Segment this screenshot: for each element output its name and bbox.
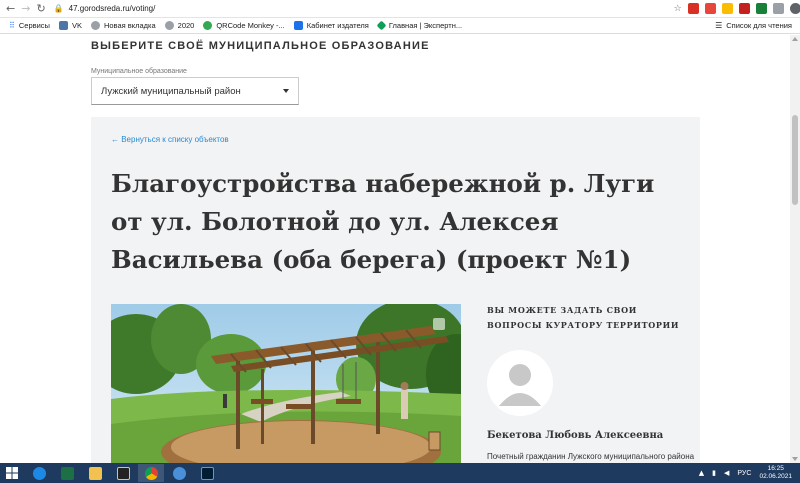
extension-icon[interactable] — [721, 3, 733, 14]
bookmark-publisher[interactable]: Кабинет издателя — [293, 21, 369, 30]
municipality-select[interactable]: Лужский муниципальный район — [91, 77, 299, 105]
system-tray: ▲ ▮ ◀ РУС 16:25 02.06.2021 — [699, 465, 800, 481]
windows-start-icon[interactable] — [0, 463, 24, 483]
extension-icon[interactable] — [704, 3, 716, 14]
chrome-icon[interactable] — [138, 464, 164, 482]
bookmark-label: 2020 — [177, 21, 195, 30]
pergola-render-illustration — [111, 304, 461, 463]
file-explorer-icon[interactable] — [82, 464, 108, 482]
clock-time: 16:25 — [767, 465, 784, 472]
curator-panel-title: ВЫ МОЖЕТЕ ЗАДАТЬ СВОИ ВОПРОСЫ КУРАТОРУ Т… — [487, 305, 680, 330]
page-content: ВЫБЕРИТЕ СВОЁ МУНИЦИПАЛЬНОЕ ОБРАЗОВАНИЕ … — [0, 35, 790, 463]
select-label: Муниципальное образование — [91, 68, 187, 75]
page-scrollbar[interactable] — [790, 35, 800, 463]
user-placeholder-icon — [487, 350, 553, 416]
reading-list-label: Список для чтения — [726, 21, 792, 30]
clock-date: 02.06.2021 — [759, 473, 792, 480]
globe-icon — [90, 21, 100, 30]
bookmark-label: Новая вкладка — [103, 21, 156, 30]
bookmark-label: QRCode Monkey -... — [216, 21, 285, 30]
select-value: Лужский муниципальный район — [101, 85, 241, 97]
tray-arrow-icon[interactable]: ▲ — [699, 469, 704, 477]
lock-icon: 🔒 — [53, 4, 64, 13]
url-text: 47.gorodsreda.ru/voting/ — [68, 4, 156, 13]
reload-icon[interactable]: ↻ — [36, 2, 45, 16]
expert-icon — [376, 20, 387, 31]
back-arrow-icon[interactable]: ← — [6, 2, 15, 16]
extensions-puzzle-icon[interactable] — [772, 3, 784, 14]
vk-icon — [58, 21, 68, 30]
avatar — [487, 350, 553, 416]
profile-avatar-icon[interactable] — [789, 3, 800, 14]
bookmark-new-tab[interactable]: Новая вкладка — [90, 21, 156, 30]
taskbar-app-icon[interactable] — [110, 464, 136, 482]
scroll-up-icon[interactable] — [792, 37, 798, 41]
scroll-down-icon[interactable] — [792, 457, 798, 461]
volume-icon[interactable]: ◀ — [724, 469, 729, 477]
globe-icon — [164, 21, 174, 30]
windows-taskbar: ▲ ▮ ◀ РУС 16:25 02.06.2021 — [0, 463, 800, 483]
section-title: ВЫБЕРИТЕ СВОЁ МУНИЦИПАЛЬНОЕ ОБРАЗОВАНИЕ — [91, 40, 430, 52]
project-render-image — [111, 304, 461, 463]
network-icon[interactable]: ▮ — [712, 469, 716, 477]
bookmarks-bar: ⠿ Сервисы VK Новая вкладка 2020 QRCode M… — [0, 18, 800, 34]
scroll-thumb[interactable] — [792, 115, 798, 205]
bookmark-vk[interactable]: VK — [58, 21, 82, 30]
bookmark-label: Сервисы — [18, 21, 50, 30]
apps-grid-icon: ⠿ — [9, 21, 15, 30]
publisher-icon — [293, 21, 303, 30]
extension-icon[interactable] — [687, 3, 699, 14]
bookmark-label: Главная | Экспертн... — [388, 21, 463, 30]
bookmark-services[interactable]: ⠿ Сервисы — [9, 21, 50, 30]
browser-toolbar: ← → ↻ 🔒 47.gorodsreda.ru/voting/ ☆ ⋮ — [0, 0, 800, 18]
bookmark-qrcode[interactable]: QRCode Monkey -... — [203, 21, 285, 30]
curator-name: Бекетова Любовь Алексеевна — [487, 430, 664, 441]
language-indicator[interactable]: РУС — [737, 470, 751, 477]
bookmark-label: Кабинет издателя — [306, 21, 369, 30]
clock[interactable]: 16:25 02.06.2021 — [759, 465, 792, 481]
bookmark-label: VK — [71, 21, 82, 30]
extension-icon[interactable] — [738, 3, 750, 14]
excel-icon[interactable] — [54, 464, 80, 482]
caret-down-icon — [283, 89, 289, 93]
project-card: ← Вернуться к списку объектов Благоустро… — [91, 117, 700, 463]
back-to-list-link[interactable]: ← Вернуться к списку объектов — [111, 135, 229, 144]
forward-arrow-icon[interactable]: → — [21, 2, 30, 16]
bookmark-expert[interactable]: Главная | Экспертн... — [376, 20, 463, 31]
project-title: Благоустройства набережной р. Луги от ул… — [111, 169, 655, 274]
thunderbird-icon[interactable] — [166, 464, 192, 482]
bookmark-star-icon[interactable]: ☆ — [674, 4, 682, 14]
extension-icon[interactable] — [755, 3, 767, 14]
curator-role: Почетный гражданин Лужского муниципально… — [487, 452, 695, 461]
reading-list-icon: ☰ — [715, 21, 723, 30]
address-bar[interactable]: 🔒 47.gorodsreda.ru/voting/ — [54, 1, 674, 16]
bookmark-2020[interactable]: 2020 — [164, 21, 195, 30]
reading-list[interactable]: ☰ Список для чтения — [715, 21, 792, 30]
photoshop-icon[interactable] — [194, 464, 220, 482]
curator-panel: ВЫ МОЖЕТЕ ЗАДАТЬ СВОИ ВОПРОСЫ КУРАТОРУ Т… — [487, 303, 694, 461]
qrcode-monkey-icon — [203, 21, 213, 30]
internet-explorer-icon[interactable] — [26, 464, 52, 482]
